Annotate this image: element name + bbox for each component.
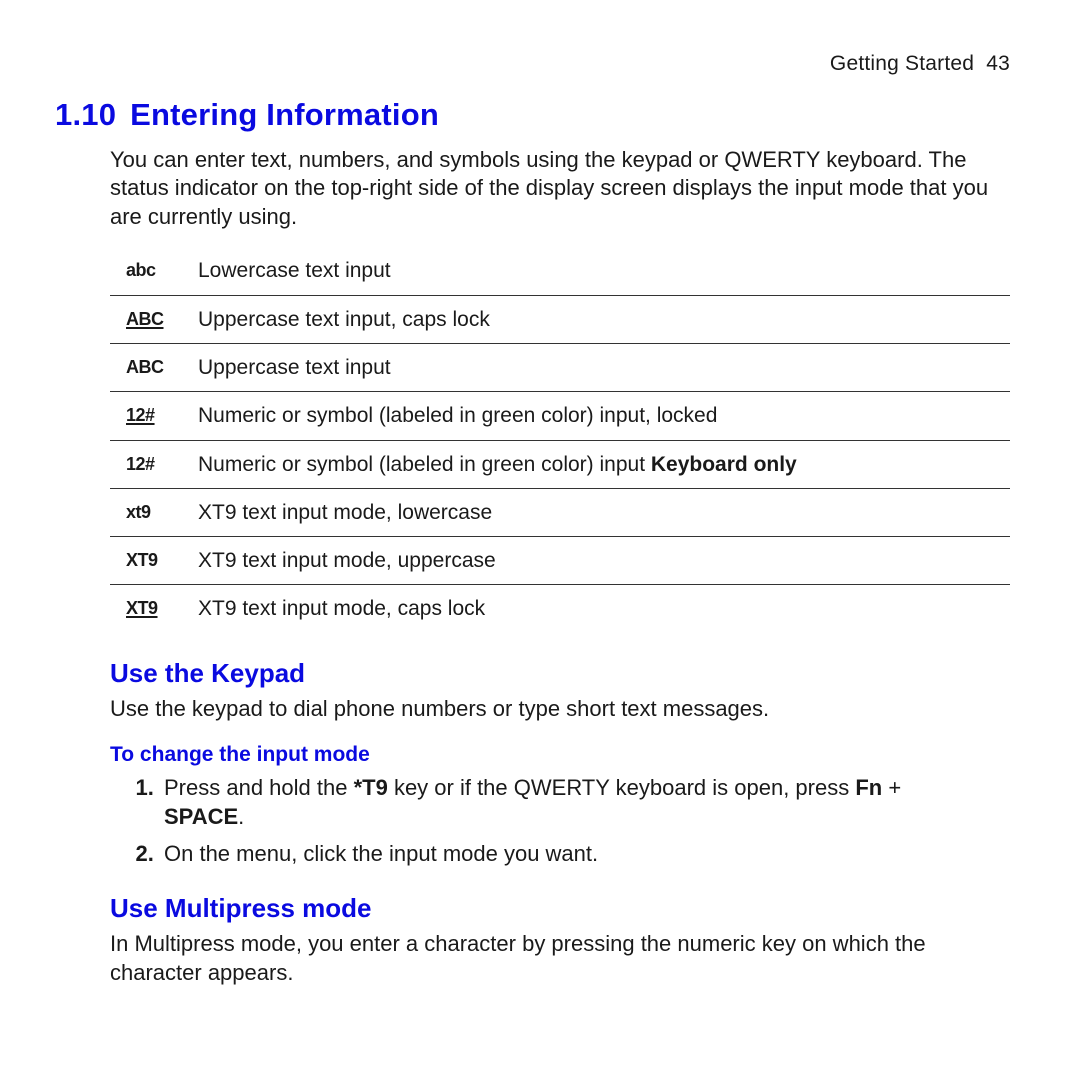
table-row: ABCUppercase text input xyxy=(110,343,1010,391)
step-1-key-space: SPACE xyxy=(164,804,238,829)
step-1-text-3: + xyxy=(882,775,901,800)
input-mode-description: XT9 text input mode, caps lock xyxy=(198,585,1010,633)
table-row: abcLowercase text input xyxy=(110,247,1010,295)
step-1-text: Press and hold the xyxy=(164,775,354,800)
step-2: On the menu, click the input mode you wa… xyxy=(160,840,1010,869)
keypad-heading: Use the Keypad xyxy=(110,657,1010,691)
section-intro: You can enter text, numbers, and symbols… xyxy=(110,146,1010,232)
section-title-text: Entering Information xyxy=(130,97,439,132)
section-title: 1.10 Entering Information xyxy=(55,95,1010,135)
input-mode-icon: ABC xyxy=(110,343,198,391)
input-mode-icon: XT9 xyxy=(110,537,198,585)
input-mode-description: XT9 text input mode, uppercase xyxy=(198,537,1010,585)
chapter-name: Getting Started xyxy=(830,52,974,75)
step-1-key-t9: *T9 xyxy=(354,775,388,800)
input-mode-icon: abc xyxy=(110,247,198,295)
step-1-text-4: . xyxy=(238,804,244,829)
input-mode-icon: ABC xyxy=(110,295,198,343)
table-row: 12#Numeric or symbol (labeled in green c… xyxy=(110,440,1010,488)
table-row: 12#Numeric or symbol (labeled in green c… xyxy=(110,392,1010,440)
table-row: ABCUppercase text input, caps lock xyxy=(110,295,1010,343)
input-mode-icon: XT9 xyxy=(110,585,198,633)
input-mode-description: Numeric or symbol (labeled in green colo… xyxy=(198,440,1010,488)
input-mode-description: Uppercase text input xyxy=(198,343,1010,391)
step-1: Press and hold the *T9 key or if the QWE… xyxy=(160,774,1010,831)
multipress-heading: Use Multipress mode xyxy=(110,892,1010,926)
input-mode-icon: xt9 xyxy=(110,488,198,536)
change-input-mode-heading: To change the input mode xyxy=(110,741,1010,768)
table-row: XT9XT9 text input mode, uppercase xyxy=(110,537,1010,585)
page-header: Getting Started 43 xyxy=(110,50,1010,77)
table-row: XT9XT9 text input mode, caps lock xyxy=(110,585,1010,633)
step-1-key-fn: Fn xyxy=(855,775,882,800)
input-mode-description: Lowercase text input xyxy=(198,247,1010,295)
input-mode-indicator-table: abcLowercase text inputABCUppercase text… xyxy=(110,247,1010,632)
input-mode-description: Numeric or symbol (labeled in green colo… xyxy=(198,392,1010,440)
input-mode-description: XT9 text input mode, lowercase xyxy=(198,488,1010,536)
section-number: 1.10 xyxy=(55,95,116,135)
input-mode-icon: 12# xyxy=(110,440,198,488)
keypad-body: Use the keypad to dial phone numbers or … xyxy=(110,695,1010,724)
input-mode-icon: 12# xyxy=(110,392,198,440)
input-mode-description: Uppercase text input, caps lock xyxy=(198,295,1010,343)
change-input-mode-steps: Press and hold the *T9 key or if the QWE… xyxy=(110,774,1010,868)
table-row: xt9XT9 text input mode, lowercase xyxy=(110,488,1010,536)
step-1-text-2: key or if the QWERTY keyboard is open, p… xyxy=(388,775,856,800)
multipress-body: In Multipress mode, you enter a characte… xyxy=(110,930,1010,987)
page-number: 43 xyxy=(986,52,1010,75)
